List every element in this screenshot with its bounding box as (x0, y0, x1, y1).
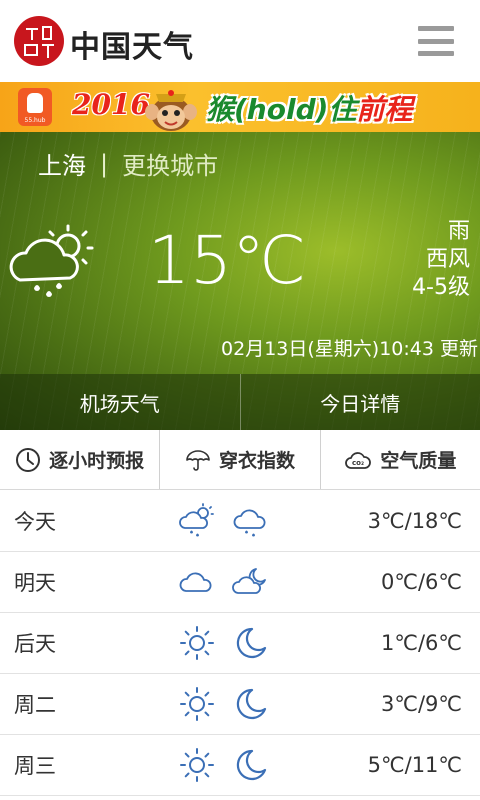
forecast-temp: 3℃/18℃ (367, 509, 462, 533)
menu-bar (418, 26, 454, 31)
china-weather-logo[interactable] (12, 14, 66, 68)
app-header: 中国天气 (0, 0, 480, 82)
app-badge-label: 55.hub (24, 117, 46, 124)
forecast-day: 周二 (14, 693, 56, 717)
forecast-row[interactable]: 周二 3℃/9℃ (0, 674, 480, 735)
banner-slogan: 猴(hold)住前程 (206, 88, 412, 128)
current-conditions: 雨 西风 4-5级 (412, 218, 470, 302)
app-badge-icon: 55.hub (18, 88, 52, 126)
moon-icon (236, 627, 267, 659)
umbrella-icon (186, 449, 210, 471)
forecast-icons (178, 563, 270, 601)
forecast-temp: 1℃/6℃ (381, 631, 462, 655)
cloud-sun-rain-icon (9, 224, 94, 297)
forecast-row[interactable]: 明天 0℃/6℃ (0, 552, 480, 613)
forecast-temp: 3℃/9℃ (381, 692, 462, 716)
sun-icon (180, 748, 214, 782)
forecast-icons (178, 624, 270, 662)
forecast-day: 明天 (14, 571, 56, 595)
forecast-icons (178, 746, 270, 784)
forecast-day: 后天 (14, 632, 56, 656)
forecast-temp: 5℃/11℃ (367, 753, 462, 777)
co2-cloud-icon: co₂ (345, 451, 372, 469)
sun-icon (180, 687, 214, 721)
cloud-moon-icon (232, 568, 266, 594)
forecast-row[interactable]: 周三 5℃/11℃ (0, 735, 480, 796)
forecast-row[interactable]: 后天 1℃/6℃ (0, 613, 480, 674)
banner-slogan-green: 猴(hold)住 (206, 93, 357, 126)
cloud-rain-icon (233, 509, 266, 537)
promo-banner[interactable]: 55.hub 2016 猴(hold)住前程 (0, 82, 480, 132)
forecast-icons (178, 685, 270, 723)
forecast-row[interactable]: 今天 3℃/18℃ (0, 491, 480, 552)
today-details-tab[interactable]: 今日详情 (239, 374, 480, 430)
sun-icon (180, 626, 214, 660)
moon-icon (236, 749, 267, 781)
menu-button[interactable] (418, 26, 454, 56)
banner-year: 2016 (72, 88, 150, 121)
forecast-icons (178, 502, 270, 540)
condition-text: 雨 (447, 219, 470, 244)
wind-level: 4-5级 (412, 275, 470, 300)
forecast-list: 今天 3℃/18℃ 明天 0℃/6℃ 后天 1℃/6℃ 周二 3℃/9℃ 周三 … (0, 491, 480, 796)
clock-icon (16, 447, 41, 472)
hourly-forecast-label: 逐小时预报 (49, 450, 145, 472)
current-weather-panel: 上海 | 更换城市 15℃ 雨 西风 4-5级 02月13日(星期六)10:43… (0, 132, 480, 430)
brand-title: 中国天气 (70, 30, 194, 65)
hourly-forecast-tab[interactable]: 逐小时预报 (0, 430, 159, 489)
forecast-day: 今天 (14, 510, 56, 534)
monkey-icon (145, 90, 197, 131)
menu-bar (418, 38, 454, 44)
airport-weather-tab[interactable]: 机场天气 (0, 374, 240, 430)
wind-direction: 西风 (425, 247, 470, 272)
banner-slogan-red: 前程 (356, 93, 413, 126)
city-separator: | (100, 149, 109, 178)
forecast-temp: 0℃/6℃ (381, 570, 462, 594)
current-city: 上海 (38, 152, 86, 180)
clothing-index-label: 穿衣指数 (218, 450, 295, 472)
cloud-sun-rain-icon (179, 503, 214, 537)
svg-text:co₂: co₂ (352, 459, 364, 467)
change-city-link[interactable]: 更换城市 (122, 146, 218, 181)
air-quality-tab[interactable]: co₂ 空气质量 (319, 430, 480, 489)
hero-tab-bar: 机场天气 今日详情 (0, 374, 480, 430)
clothing-index-tab[interactable]: 穿衣指数 (159, 430, 319, 489)
air-quality-label: 空气质量 (380, 450, 457, 472)
moon-icon (236, 688, 267, 720)
hand-icon (27, 93, 43, 113)
index-tab-bar: 逐小时预报 穿衣指数 co₂ 空气质量 (0, 430, 480, 490)
current-temperature: 15℃ (148, 222, 307, 299)
city-row: 上海 | 更换城市 (38, 146, 218, 181)
update-time: 02月13日(星期六)10:43 更新 (221, 338, 478, 360)
menu-bar (418, 51, 454, 56)
cloud-icon (179, 572, 212, 592)
forecast-day: 周三 (14, 754, 56, 778)
